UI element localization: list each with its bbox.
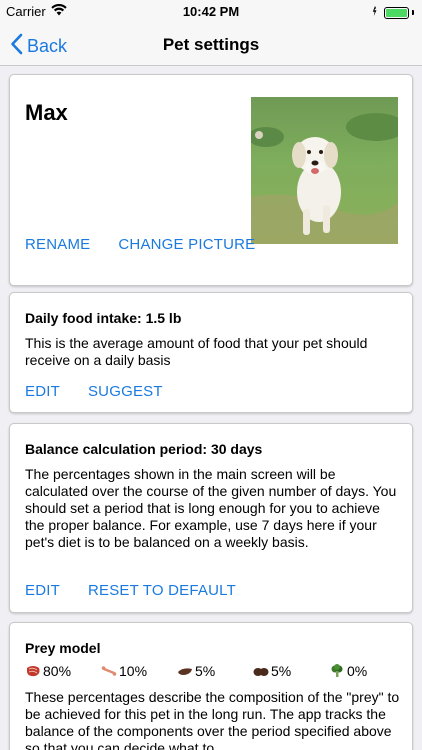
prey-item-organ: 5%: [253, 663, 329, 679]
pet-actions: RENAME CHANGE PICTURE: [25, 236, 255, 253]
pet-photo: [251, 97, 398, 244]
balance-actions: EDIT RESET TO DEFAULT: [25, 582, 236, 599]
alarm-icon: [369, 5, 381, 20]
battery-icon: [384, 6, 409, 19]
balance-title: Balance calculation period: 30 days: [25, 441, 263, 457]
page-title: Pet settings: [162, 35, 260, 54]
prey-item-bone: 10%: [101, 663, 177, 679]
suggest-food-button[interactable]: SUGGEST: [88, 383, 163, 400]
edit-balance-button[interactable]: EDIT: [25, 582, 60, 599]
prey-value-vegetable: 0%: [347, 663, 368, 679]
edit-food-button[interactable]: EDIT: [25, 383, 60, 400]
pet-name: Max: [25, 100, 68, 125]
prey-value-liver: 5%: [195, 663, 216, 679]
prey-card: Prey model 80% 10% 5% 5% 0% These percen…: [9, 622, 413, 750]
meat-icon: [25, 664, 41, 678]
navigation-bar: Back Pet settings: [0, 24, 422, 66]
status-bar: Carrier 10:42 PM: [0, 0, 422, 24]
change-picture-button[interactable]: CHANGE PICTURE: [118, 236, 255, 253]
vegetable-icon: [329, 664, 345, 678]
balance-description: The percentages shown in the main screen…: [25, 466, 397, 550]
balance-card: Balance calculation period: 30 days The …: [9, 423, 413, 613]
status-right: [369, 5, 414, 20]
liver-icon: [177, 664, 193, 678]
food-actions: EDIT SUGGEST: [25, 383, 163, 400]
prey-item-liver: 5%: [177, 663, 253, 679]
food-card: Daily food intake: 1.5 lb This is the av…: [9, 292, 413, 413]
reset-default-button[interactable]: RESET TO DEFAULT: [88, 582, 236, 599]
prey-value-bone: 10%: [119, 663, 148, 679]
bone-icon: [101, 664, 117, 678]
food-title: Daily food intake: 1.5 lb: [25, 310, 182, 326]
organ-icon: [253, 664, 269, 678]
status-time: 10:42 PM: [182, 4, 240, 19]
prey-value-meat: 80%: [43, 663, 72, 679]
prey-title: Prey model: [25, 640, 101, 656]
prey-value-organ: 5%: [271, 663, 292, 679]
battery-tip: [412, 10, 414, 15]
prey-item-meat: 80%: [25, 663, 101, 679]
rename-button[interactable]: RENAME: [25, 236, 90, 253]
prey-item-vegetable: 0%: [329, 663, 405, 679]
food-description: This is the average amount of food that …: [25, 335, 368, 368]
settings-content[interactable]: Max RENAME CHANGE PICTURE Daily food int…: [0, 66, 422, 750]
prey-description: These percentages describe the compositi…: [25, 689, 400, 750]
prey-composition: 80% 10% 5% 5% 0%: [25, 663, 405, 679]
pet-card: Max RENAME CHANGE PICTURE: [9, 74, 413, 286]
